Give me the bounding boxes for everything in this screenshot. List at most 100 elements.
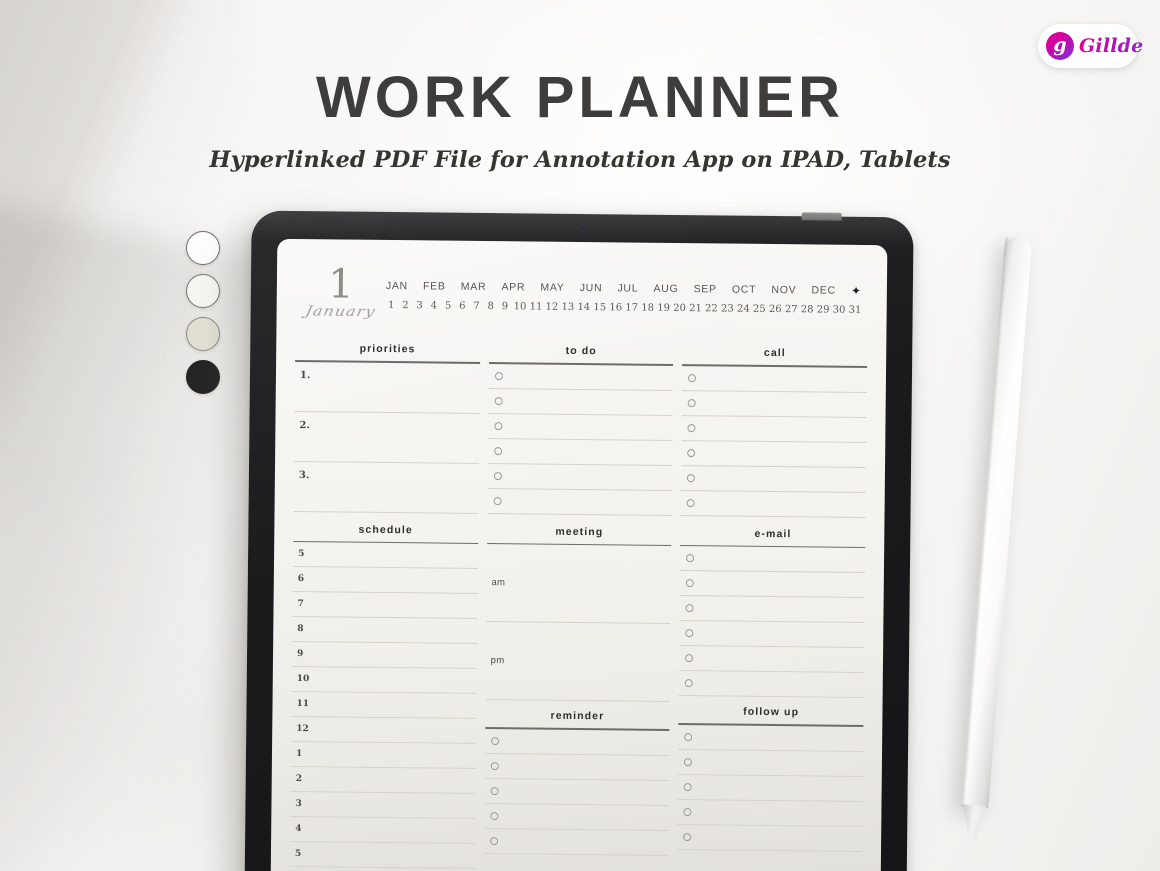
- circle-checkbox-icon[interactable]: [687, 473, 696, 482]
- list-item[interactable]: 5: [292, 542, 478, 570]
- day-tab-2[interactable]: 2: [400, 300, 411, 311]
- day-tab-6[interactable]: 6: [457, 301, 468, 312]
- day-tab-31[interactable]: 31: [849, 305, 862, 316]
- day-tab-11[interactable]: 11: [530, 301, 543, 312]
- list-item[interactable]: 9: [291, 642, 477, 670]
- circle-checkbox-icon[interactable]: [683, 807, 692, 816]
- meeting-slot-pm[interactable]: pm: [485, 622, 671, 703]
- day-tab-12[interactable]: 12: [546, 302, 559, 313]
- day-tab-5[interactable]: 5: [443, 301, 454, 312]
- circle-checkbox-icon[interactable]: [685, 654, 694, 663]
- day-tab-25[interactable]: 25: [753, 304, 766, 315]
- circle-checkbox-icon[interactable]: [489, 836, 498, 845]
- swatch-white[interactable]: [186, 231, 220, 265]
- day-tab-21[interactable]: 21: [689, 303, 702, 314]
- month-tab-oct[interactable]: OCT: [732, 284, 756, 296]
- day-tab-9[interactable]: 9: [499, 301, 510, 312]
- circle-checkbox-icon[interactable]: [493, 446, 502, 455]
- list-item[interactable]: 1.: [294, 361, 480, 414]
- list-item[interactable]: [679, 621, 865, 649]
- power-button[interactable]: [801, 212, 842, 221]
- circle-checkbox-icon[interactable]: [490, 736, 499, 745]
- list-item[interactable]: 7: [292, 592, 478, 620]
- month-tab-nov[interactable]: NOV: [771, 284, 796, 296]
- day-tab-24[interactable]: 24: [737, 304, 750, 315]
- circle-checkbox-icon[interactable]: [687, 423, 696, 432]
- list-item[interactable]: 5: [289, 842, 475, 870]
- day-tab-8[interactable]: 8: [485, 301, 496, 312]
- meeting-slot-am[interactable]: am: [486, 544, 672, 625]
- list-item[interactable]: 1: [290, 742, 476, 770]
- circle-checkbox-icon[interactable]: [489, 811, 499, 820]
- list-item[interactable]: 3: [290, 792, 476, 820]
- day-tab-13[interactable]: 13: [561, 302, 574, 313]
- month-tab-mar[interactable]: MAR: [461, 281, 487, 293]
- circle-checkbox-icon[interactable]: [688, 373, 697, 382]
- day-tab-17[interactable]: 17: [625, 302, 638, 313]
- list-item[interactable]: [681, 440, 867, 468]
- sparkle-star-icon[interactable]: ✦: [851, 284, 862, 298]
- list-item[interactable]: [678, 749, 864, 777]
- circle-checkbox-icon[interactable]: [687, 448, 696, 457]
- list-item[interactable]: 10: [291, 667, 477, 695]
- swatch-ivory[interactable]: [186, 274, 220, 308]
- day-tab-10[interactable]: 10: [514, 301, 527, 312]
- list-item[interactable]: 12: [291, 717, 477, 745]
- list-item[interactable]: [487, 438, 673, 466]
- month-tab-aug[interactable]: AUG: [653, 283, 678, 295]
- month-tab-may[interactable]: MAY: [540, 282, 564, 294]
- list-item[interactable]: [680, 546, 866, 574]
- list-item[interactable]: 6: [292, 567, 478, 595]
- month-tab-jul[interactable]: JUL: [617, 282, 638, 294]
- day-tab-19[interactable]: 19: [657, 303, 670, 314]
- circle-checkbox-icon[interactable]: [494, 421, 503, 430]
- circle-checkbox-icon[interactable]: [684, 757, 693, 766]
- list-item[interactable]: 8: [292, 617, 478, 645]
- month-tab-apr[interactable]: APR: [501, 281, 525, 293]
- circle-checkbox-icon[interactable]: [490, 761, 499, 770]
- list-item[interactable]: 4: [290, 817, 475, 845]
- month-tab-dec[interactable]: DEC: [811, 284, 835, 296]
- circle-checkbox-icon[interactable]: [490, 786, 499, 795]
- list-item[interactable]: [680, 571, 865, 599]
- list-item[interactable]: [681, 415, 867, 443]
- list-item[interactable]: [488, 363, 674, 391]
- list-item[interactable]: [487, 488, 673, 516]
- list-item[interactable]: 3.: [293, 461, 479, 514]
- circle-checkbox-icon[interactable]: [494, 396, 503, 405]
- list-item[interactable]: 2: [290, 767, 476, 795]
- list-item[interactable]: [679, 646, 865, 674]
- tablet-screen[interactable]: 1 January JAN FEB MAR APR MAY JUN JUL AUG SEP OCT…: [270, 238, 888, 871]
- day-tab-28[interactable]: 28: [801, 304, 814, 315]
- list-item[interactable]: [677, 799, 863, 827]
- list-item[interactable]: [677, 824, 863, 852]
- list-item[interactable]: [678, 671, 864, 699]
- list-item[interactable]: [678, 724, 864, 752]
- month-tab-feb[interactable]: FEB: [423, 280, 446, 292]
- list-item[interactable]: [677, 774, 863, 802]
- list-item[interactable]: [487, 413, 673, 441]
- circle-checkbox-icon[interactable]: [494, 371, 503, 380]
- day-tab-7[interactable]: 7: [471, 301, 482, 312]
- circle-checkbox-icon[interactable]: [686, 579, 695, 588]
- list-item[interactable]: [487, 463, 673, 491]
- circle-checkbox-icon[interactable]: [687, 398, 697, 407]
- day-tab-3[interactable]: 3: [414, 300, 425, 311]
- circle-checkbox-icon[interactable]: [683, 832, 692, 841]
- month-tab-jun[interactable]: JUN: [580, 282, 603, 294]
- circle-checkbox-icon[interactable]: [685, 629, 694, 638]
- list-item[interactable]: [483, 828, 669, 856]
- swatch-black[interactable]: [186, 360, 220, 394]
- day-tab-15[interactable]: 15: [593, 302, 606, 313]
- circle-checkbox-icon[interactable]: [686, 498, 696, 507]
- circle-checkbox-icon[interactable]: [683, 782, 693, 791]
- circle-checkbox-icon[interactable]: [685, 679, 694, 688]
- circle-checkbox-icon[interactable]: [684, 732, 693, 741]
- day-tab-18[interactable]: 18: [641, 303, 654, 314]
- list-item[interactable]: [681, 465, 867, 493]
- circle-checkbox-icon[interactable]: [493, 471, 502, 480]
- list-item[interactable]: [483, 803, 669, 831]
- list-item[interactable]: [484, 778, 670, 806]
- day-tab-14[interactable]: 14: [577, 302, 590, 313]
- day-tab-20[interactable]: 20: [673, 303, 686, 314]
